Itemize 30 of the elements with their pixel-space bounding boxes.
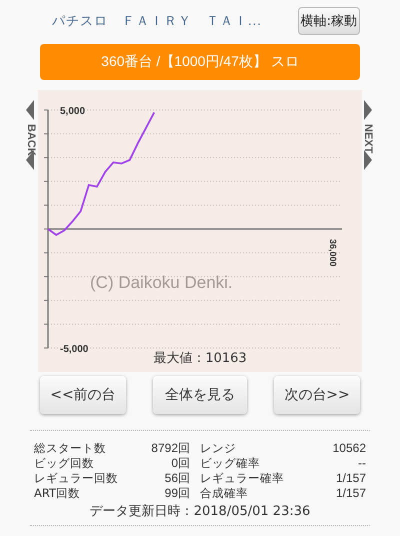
copyright-text: (C) Daikoku Denki. [90,273,233,292]
stat-value: 56回 [164,471,190,486]
max-value-label: 最大値：10163 [153,351,247,366]
stat-value: 10562 [332,441,366,456]
nav-button[interactable]: 全体を見る [153,376,247,414]
axis-toggle-button[interactable]: 横軸:稼動 [298,7,360,35]
stat-label: レギュラー確率 [199,471,285,486]
stat-label: レンジ [199,441,237,456]
page-title: パチスロ ＦＡＩＲＹ ＴＡＩ... [52,12,263,30]
back-tab[interactable]: BACK [0,90,38,372]
stat-value: 8792回 [150,441,190,456]
y-tick-label: 5,000 [60,106,86,117]
machine-banner: 360番台 /【1000円/47枚】 スロ [40,44,360,80]
stat-value: 99回 [164,486,190,501]
stat-label: 合成確率 [199,486,249,501]
update-time: データ更新日時：2018/05/01 23:36 [88,503,312,520]
x-axis-end-label: 36,000 [328,239,338,267]
stat-value: 1/157 [334,486,366,501]
stat-label: ビッグ回数 [34,456,95,471]
nav-button[interactable]: <<前の台 [40,376,126,414]
stat-value: 1/157 [334,471,366,486]
stat-value: -- [357,456,366,471]
next-tab[interactable]: NEXT [362,90,400,372]
stat-value: 0回 [170,456,190,471]
stat-label: 総スタート数 [34,441,107,456]
y-tick-label: -5,000 [60,344,88,355]
nav-button[interactable]: 次の台>> [274,376,360,414]
stat-label: ART回数 [34,486,82,501]
stat-label: レギュラー回数 [34,471,119,486]
stat-label: ビッグ確率 [199,456,261,471]
